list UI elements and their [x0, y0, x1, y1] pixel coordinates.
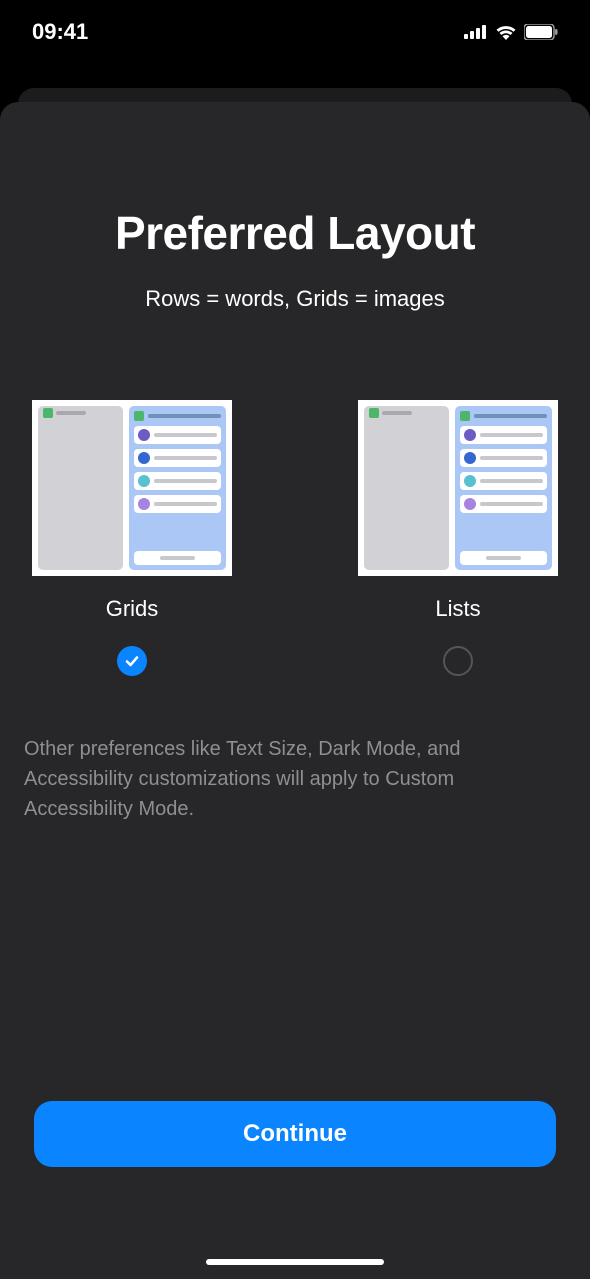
continue-button-label: Continue: [243, 1120, 347, 1148]
wifi-icon: [495, 24, 517, 40]
main-sheet: Preferred Layout Rows = words, Grids = i…: [0, 102, 590, 1279]
option-grids[interactable]: Grids: [32, 400, 232, 676]
cellular-icon: [464, 25, 488, 39]
grids-preview: [32, 400, 232, 576]
option-lists[interactable]: Lists: [358, 400, 558, 676]
status-indicators: [464, 24, 558, 40]
checkmark-icon: [124, 653, 140, 669]
option-lists-label: Lists: [435, 596, 480, 622]
page-title: Preferred Layout: [24, 206, 566, 260]
status-time: 09:41: [32, 19, 88, 45]
layout-options: Grids Lis: [24, 400, 566, 676]
status-bar: 09:41: [0, 0, 590, 88]
home-indicator[interactable]: [206, 1259, 384, 1265]
page-subtitle: Rows = words, Grids = images: [24, 286, 566, 312]
radio-lists[interactable]: [443, 646, 473, 676]
radio-grids[interactable]: [117, 646, 147, 676]
continue-button[interactable]: Continue: [34, 1101, 556, 1167]
lists-preview: [358, 400, 558, 576]
option-grids-label: Grids: [106, 596, 159, 622]
battery-icon: [524, 24, 558, 40]
footnote: Other preferences like Text Size, Dark M…: [24, 734, 566, 824]
